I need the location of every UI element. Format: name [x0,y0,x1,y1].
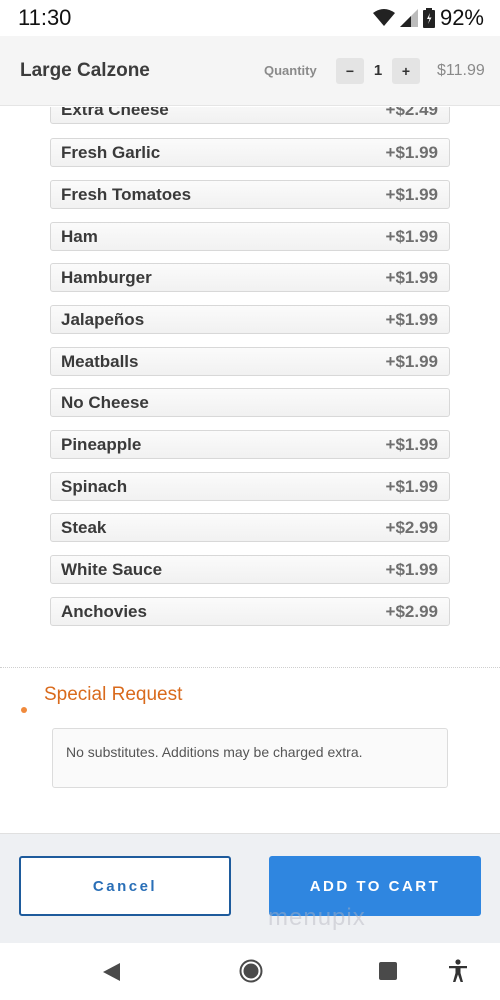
status-bar: 11:30 92% [0,0,500,36]
section-divider [0,667,500,668]
status-time: 11:30 [18,5,72,30]
option-name: No Cheese [61,392,149,412]
android-nav-bar [0,943,500,1000]
option-price: +$1.99 [385,184,438,204]
cancel-button[interactable]: Cancel [19,856,231,916]
signal-icon [399,9,418,27]
option-price: +$1.99 [385,351,438,371]
wifi-icon [372,9,395,26]
option-row[interactable]: No Cheese [50,388,450,417]
option-row[interactable]: Spinach +$1.99 [50,472,450,501]
option-row[interactable]: Ham +$1.99 [50,222,450,251]
option-name: Hamburger [61,267,152,287]
option-row[interactable]: Extra Cheese +$2.49 [50,107,450,124]
option-row[interactable]: Hamburger +$1.99 [50,263,450,292]
option-price: +$1.99 [385,267,438,287]
option-price: +$1.99 [385,309,438,329]
option-name: Extra Cheese [61,107,169,119]
option-price: +$1.99 [385,559,438,579]
option-name: White Sauce [61,559,163,579]
home-icon[interactable] [239,959,263,983]
option-row[interactable]: Meatballs +$1.99 [50,347,450,376]
item-header: Large Calzone Quantity − 1 + $11.99 [0,36,500,106]
option-row[interactable]: Jalapeños +$1.99 [50,305,450,334]
status-icons: 92% [372,5,484,31]
quantity-decrease-button[interactable]: − [336,58,364,84]
quantity-increase-button[interactable]: + [392,58,420,84]
option-name: Pineapple [61,434,142,454]
option-price: +$1.99 [385,434,438,454]
item-price: $11.99 [437,62,485,79]
option-price: +$1.99 [385,226,438,246]
quantity-value: 1 [373,62,383,79]
option-row[interactable]: White Sauce +$1.99 [50,555,450,584]
battery-percent: 92% [439,5,484,30]
option-name: Fresh Garlic [61,142,161,162]
accessibility-icon[interactable] [447,959,469,983]
option-name: Jalapeños [61,309,145,329]
option-price: +$2.99 [385,601,438,621]
item-title: Large Calzone [20,60,150,81]
special-request-field[interactable]: No substitutes. Additions may be charged… [52,728,448,788]
option-name: Spinach [61,476,128,496]
option-price: +$1.99 [385,476,438,496]
option-name: Steak [61,517,107,537]
back-icon[interactable] [100,961,122,983]
option-row[interactable]: Steak +$2.99 [50,513,450,542]
option-row[interactable]: Anchovies +$2.99 [50,597,450,626]
option-row[interactable]: Pineapple +$1.99 [50,430,450,459]
option-name: Fresh Tomatoes [61,184,192,204]
option-row[interactable]: Fresh Tomatoes +$1.99 [50,180,450,209]
option-row[interactable]: Fresh Garlic +$1.99 [50,138,450,167]
topping-options-list[interactable]: Extra Cheese +$2.49 Fresh Garlic +$1.99 … [0,107,500,667]
option-name: Meatballs [61,351,139,371]
option-name: Anchovies [61,601,147,621]
battery-icon [422,8,435,28]
option-price: +$2.49 [385,107,438,119]
recents-icon[interactable] [379,962,397,980]
quantity-label: Quantity [264,63,317,78]
special-request-dot [21,707,27,713]
option-price: +$1.99 [385,142,438,162]
option-name: Ham [61,226,98,246]
special-request-title: Special Request [44,684,183,705]
option-price: +$2.99 [385,517,438,537]
watermark-logo: menupix [268,904,366,931]
action-footer: Cancel ADD TO CART menupix [0,833,500,943]
